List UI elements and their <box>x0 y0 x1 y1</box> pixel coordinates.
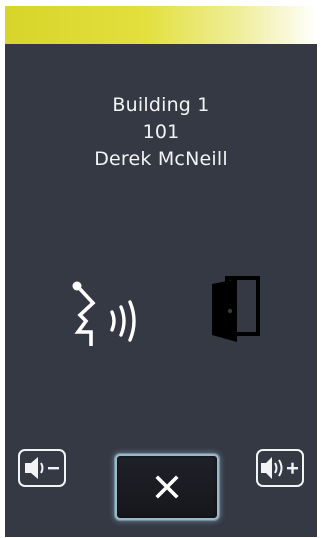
close-icon <box>155 475 179 499</box>
unit-label: 101 <box>142 121 180 143</box>
door-open-icon[interactable] <box>208 276 262 342</box>
caller-info: Building 1 101 Derek McNeill <box>5 92 317 173</box>
close-button[interactable] <box>115 454 219 520</box>
resident-name: Derek McNeill <box>94 148 228 170</box>
volume-down-button[interactable] <box>18 449 66 487</box>
speaking-icon <box>72 281 136 346</box>
building-label: Building 1 <box>112 94 210 116</box>
volume-down-icon <box>25 457 59 479</box>
volume-up-button[interactable] <box>256 449 304 487</box>
volume-up-icon <box>261 457 298 479</box>
device-frame: Building 1 101 Derek McNeill <box>0 0 321 538</box>
status-bar <box>5 6 317 44</box>
intercom-screen: Building 1 101 Derek McNeill <box>5 6 317 537</box>
